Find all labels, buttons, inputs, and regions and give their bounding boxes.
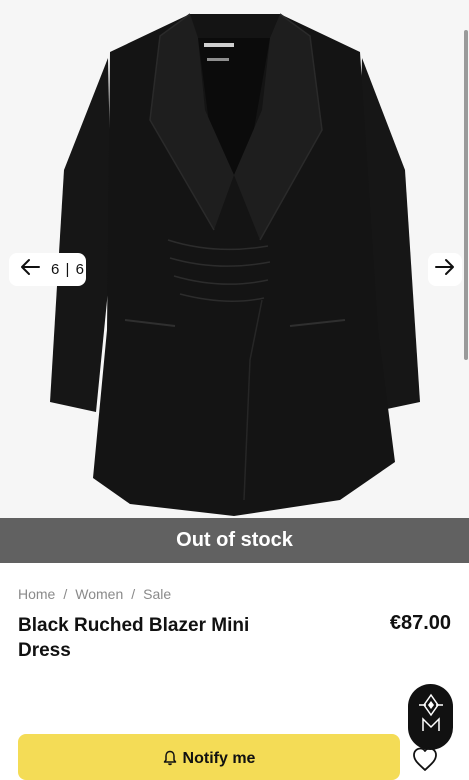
arrow-right-icon <box>434 258 456 281</box>
breadcrumb-sale[interactable]: Sale <box>143 586 171 602</box>
product-image-gallery[interactable]: 6 | 6 Out of stock <box>0 0 469 563</box>
notify-me-label: Notify me <box>182 750 256 767</box>
breadcrumb-separator: / <box>131 586 136 602</box>
notify-me-button[interactable]: Notify me <box>18 734 400 780</box>
breadcrumb: Home / Women / Sale <box>18 586 171 602</box>
breadcrumb-separator: / <box>63 586 68 602</box>
brand-badge[interactable] <box>408 684 453 750</box>
image-counter: 6 | 6 <box>51 261 85 278</box>
heart-icon[interactable] <box>410 744 440 774</box>
arrow-left-icon <box>19 258 41 281</box>
breadcrumb-women[interactable]: Women <box>75 586 123 602</box>
scrollbar[interactable] <box>464 30 468 360</box>
next-image-button[interactable] <box>428 253 462 286</box>
previous-image-button[interactable]: 6 | 6 <box>9 253 86 286</box>
out-of-stock-banner: Out of stock <box>0 518 469 563</box>
product-price: €87.00 <box>389 612 451 634</box>
breadcrumb-home[interactable]: Home <box>18 586 55 602</box>
brand-badge-icon <box>416 693 446 742</box>
product-title: Black Ruched Blazer Mini Dress <box>18 615 250 661</box>
